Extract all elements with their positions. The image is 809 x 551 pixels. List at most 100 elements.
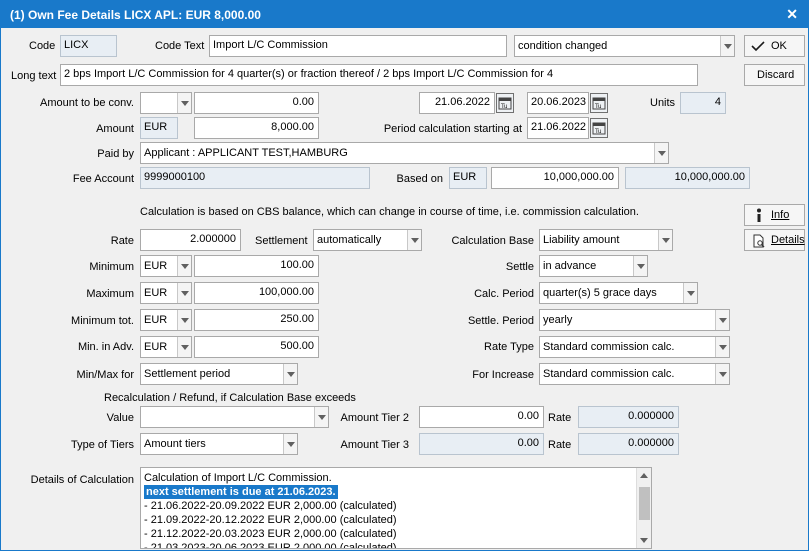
date-to-field[interactable]: 20.06.2023 — [527, 92, 589, 114]
calendar-icon[interactable]: Tu — [590, 93, 608, 113]
discard-button[interactable]: Discard — [744, 64, 805, 86]
amount-currency-field[interactable]: EUR — [140, 117, 178, 139]
long-text-label: Long text — [11, 70, 57, 82]
settle-label: Settle — [505, 261, 534, 273]
rate-type-value: Standard commission calc. — [543, 341, 675, 353]
calc-base-dropdown[interactable]: Liability amount — [539, 229, 673, 251]
minimum-label: Minimum — [89, 261, 134, 273]
settle-value: in advance — [543, 260, 597, 272]
settle-dropdown[interactable]: in advance — [539, 255, 648, 277]
discard-button-label: Discard — [757, 69, 795, 81]
date-from-field[interactable]: 21.06.2022 — [419, 92, 495, 114]
calc-period-label: Calc. Period — [474, 288, 534, 300]
min-tot-field[interactable]: 250.00 — [194, 309, 319, 331]
for-increase-label: For Increase — [472, 369, 534, 381]
chevron-down-icon[interactable] — [654, 143, 668, 163]
value-dropdown[interactable] — [140, 406, 329, 428]
period-start-field[interactable]: 21.06.2022 — [527, 117, 589, 139]
chevron-down-icon[interactable] — [658, 230, 672, 250]
detail-line-selected-row: next settlement is due at 21.06.2023. — [141, 485, 651, 499]
recalc-section-title: Recalculation / Refund, if Calculation B… — [104, 392, 356, 404]
scroll-up-icon[interactable] — [640, 473, 648, 478]
based-on-field[interactable]: 10,000,000.00 — [491, 167, 619, 189]
type-tiers-dropdown[interactable]: Amount tiers — [140, 433, 298, 455]
calc-period-dropdown[interactable]: quarter(s) 5 grace days — [539, 282, 698, 304]
chevron-down-icon[interactable] — [715, 364, 729, 384]
settlement-label: Settlement — [255, 235, 308, 247]
svg-text:Tu: Tu — [594, 128, 602, 135]
chevron-down-icon[interactable] — [177, 256, 191, 276]
rate-field[interactable]: 2.000000 — [140, 229, 241, 251]
info-button-label: Info — [771, 209, 790, 221]
close-icon[interactable]: ✕ — [786, 6, 798, 23]
detail-line: - 21.12.2022-20.03.2023 EUR 2,000.00 (ca… — [144, 528, 397, 540]
scroll-thumb[interactable] — [639, 487, 650, 520]
amount-tier-2-field[interactable]: 0.00 — [419, 406, 544, 428]
code-field[interactable]: LICX — [60, 35, 117, 57]
chevron-down-icon[interactable] — [283, 364, 297, 384]
maximum-field[interactable]: 100,000.00 — [194, 282, 319, 304]
status-dropdown[interactable]: condition changed — [514, 35, 735, 57]
value-label: Value — [106, 412, 134, 424]
ok-button[interactable]: OK — [744, 35, 805, 57]
long-text-field[interactable]: 2 bps Import L/C Commission for 4 quarte… — [60, 64, 698, 86]
details-scrollbar[interactable] — [636, 468, 651, 548]
window-title: (1) Own Fee Details LICX APL: EUR 8,000.… — [10, 8, 261, 22]
code-text-field[interactable]: Import L/C Commission — [209, 35, 507, 57]
amount-tier-3-field[interactable]: 0.00 — [419, 433, 544, 455]
details-button[interactable]: Details — [744, 229, 805, 251]
min-tot-currency-dropdown[interactable]: EUR — [140, 309, 192, 331]
scroll-down-icon[interactable] — [640, 538, 648, 543]
based-on-field-2[interactable]: 10,000,000.00 — [625, 167, 750, 189]
min-adv-currency-value: EUR — [144, 341, 168, 353]
amount-conv-currency-dropdown[interactable] — [140, 92, 192, 114]
amount-field[interactable]: 8,000.00 — [194, 117, 319, 139]
settle-period-value: yearly — [543, 314, 573, 326]
check-icon — [751, 41, 765, 52]
chevron-down-icon[interactable] — [314, 407, 328, 427]
settle-period-label: Settle. Period — [467, 315, 534, 327]
rate-label: Rate — [110, 235, 134, 247]
minmax-for-dropdown[interactable]: Settlement period — [140, 363, 298, 385]
fee-account-label: Fee Account — [72, 173, 134, 185]
rate-type-dropdown[interactable]: Standard commission calc. — [539, 336, 730, 358]
rate-2-field[interactable]: 0.000000 — [578, 406, 679, 428]
amount-conv-field[interactable]: 0.00 — [194, 92, 319, 114]
chevron-down-icon[interactable] — [683, 283, 697, 303]
units-field[interactable]: 4 — [680, 92, 726, 114]
details-calc-textarea[interactable]: Calculation of Import L/C Commission. ne… — [140, 467, 652, 549]
based-on-currency-field[interactable]: EUR — [449, 167, 487, 189]
details-button-label: Details — [771, 234, 805, 246]
maximum-currency-dropdown[interactable]: EUR — [140, 282, 192, 304]
fee-account-field[interactable]: 9999000100 — [140, 167, 370, 189]
amount-label: Amount — [96, 123, 134, 135]
chevron-down-icon[interactable] — [633, 256, 647, 276]
minimum-currency-dropdown[interactable]: EUR — [140, 255, 192, 277]
minimum-field[interactable]: 100.00 — [194, 255, 319, 277]
chevron-down-icon[interactable] — [177, 283, 191, 303]
chevron-down-icon[interactable] — [177, 93, 191, 113]
chevron-down-icon[interactable] — [283, 434, 297, 454]
settlement-dropdown[interactable]: automatically — [313, 229, 422, 251]
min-adv-field[interactable]: 500.00 — [194, 336, 319, 358]
calendar-icon[interactable]: Tu — [590, 118, 608, 138]
period-start-label: Period calculation starting at — [383, 123, 522, 135]
fee-details-dialog: (1) Own Fee Details LICX APL: EUR 8,000.… — [0, 0, 809, 551]
code-text-label: Code Text — [155, 40, 205, 52]
min-adv-currency-dropdown[interactable]: EUR — [140, 336, 192, 358]
chevron-down-icon[interactable] — [720, 36, 734, 56]
chevron-down-icon[interactable] — [715, 337, 729, 357]
for-increase-value: Standard commission calc. — [543, 368, 675, 380]
info-button[interactable]: Info — [744, 204, 805, 226]
code-label: Code — [29, 40, 56, 52]
settle-period-dropdown[interactable]: yearly — [539, 309, 730, 331]
chevron-down-icon[interactable] — [177, 337, 191, 357]
calendar-icon[interactable]: Tu — [496, 93, 514, 113]
chevron-down-icon[interactable] — [715, 310, 729, 330]
paid-by-dropdown[interactable]: Applicant : APPLICANT TEST,HAMBURG — [140, 142, 669, 164]
chevron-down-icon[interactable] — [407, 230, 421, 250]
chevron-down-icon[interactable] — [177, 310, 191, 330]
rate-3-field[interactable]: 0.000000 — [578, 433, 679, 455]
for-increase-dropdown[interactable]: Standard commission calc. — [539, 363, 730, 385]
amount-conv-label: Amount to be conv. — [40, 97, 134, 109]
